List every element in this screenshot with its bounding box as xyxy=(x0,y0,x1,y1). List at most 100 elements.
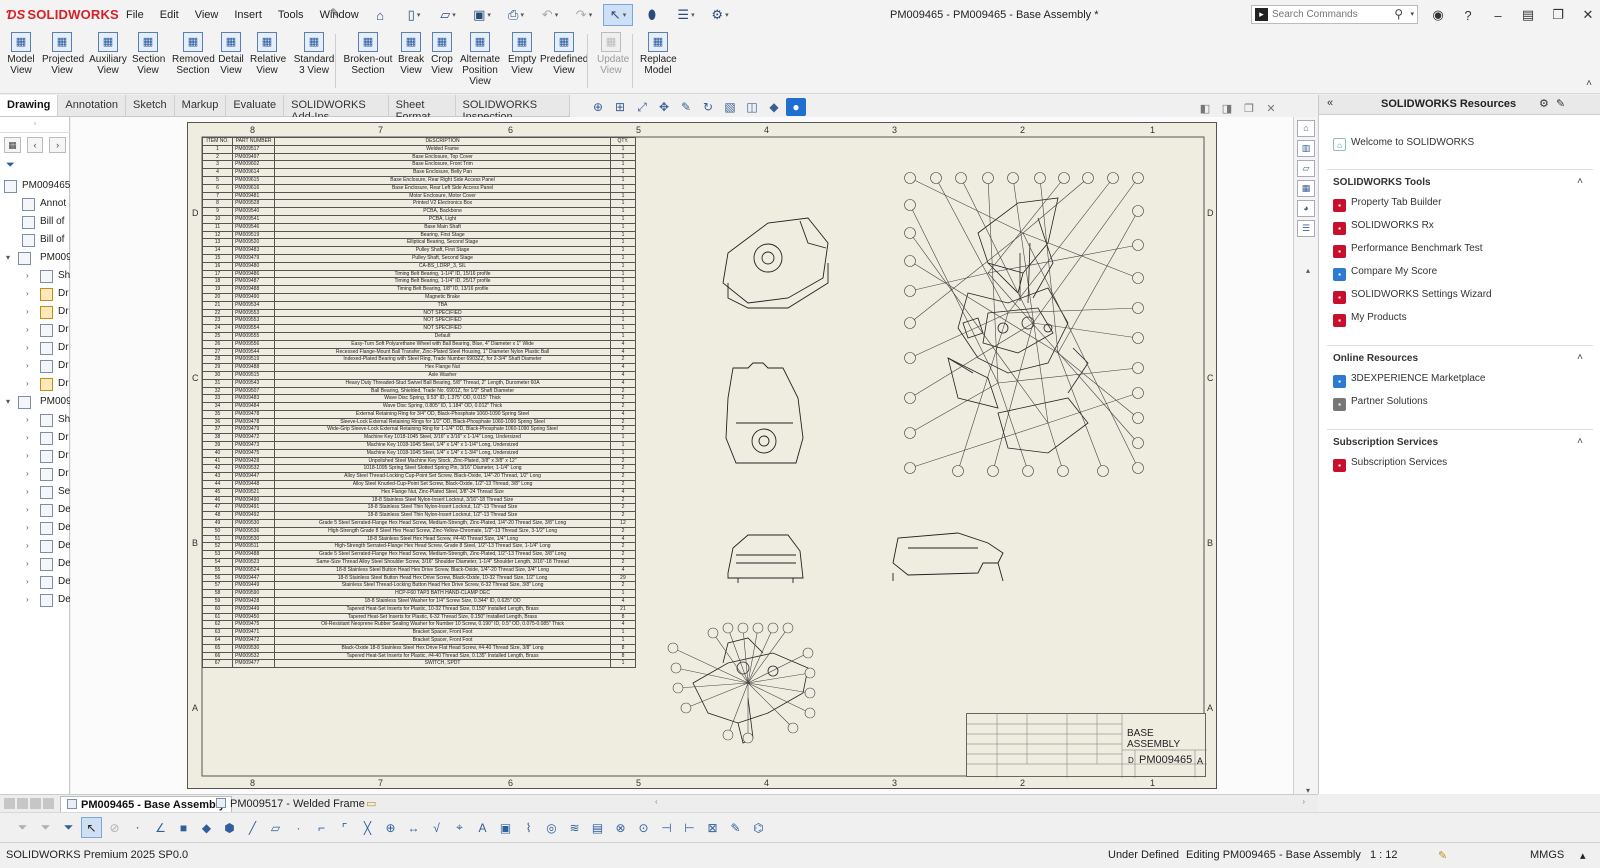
open-icon[interactable]: ▱ ▾ xyxy=(433,4,463,26)
bom-row[interactable]: 34 PM009484 Wave Disc Spring, 0.805" ID, 1… xyxy=(201,402,637,411)
filter-midpoints-icon[interactable]: ⌜ xyxy=(334,817,355,838)
panel-splitter-icon[interactable]: ◦ xyxy=(0,117,70,133)
menu-insert[interactable]: Insert xyxy=(226,9,270,21)
chevron-up-icon[interactable]: ˄ xyxy=(1577,436,1583,447)
menu-tools[interactable]: Tools xyxy=(270,9,312,21)
scroll-right-icon[interactable]: › xyxy=(1302,797,1305,806)
chevron-right-icon[interactable]: › xyxy=(26,429,29,447)
tree-node[interactable]: Bill of xyxy=(0,213,70,231)
filter-vertices-icon[interactable]: ⋅ xyxy=(127,817,148,838)
tree-node[interactable]: › De xyxy=(0,537,70,555)
broken-out-section-button[interactable]: ▦ Broken-out Section xyxy=(342,32,394,76)
auxiliary-view-button[interactable]: ▦ Auxiliary View xyxy=(88,32,128,76)
bom-row[interactable]: 40 PM009475 Machine Key 1018-1045 Steel, 1… xyxy=(201,448,637,458)
filter-connection-points-icon[interactable]: ⊙ xyxy=(633,817,654,838)
previous-sheet-icon[interactable] xyxy=(17,798,28,809)
design-library-icon[interactable]: ▥ xyxy=(1297,140,1315,157)
chevron-right-icon[interactable]: › xyxy=(26,483,29,501)
filter-welds-icon[interactable]: ⊠ xyxy=(702,817,723,838)
filter-inspection-icon[interactable]: ⌬ xyxy=(748,817,769,838)
sketch-pencil-icon[interactable]: ✎ xyxy=(676,98,696,116)
tree-node[interactable]: › Sh xyxy=(0,267,70,285)
bom-row[interactable]: 47 PM009491 18-8 Stainless Steel Thin Nylo… xyxy=(201,503,637,513)
bom-row[interactable]: 67 PM009477 SWITCH, SPDT 1 xyxy=(201,659,637,669)
chevron-right-icon[interactable]: › xyxy=(26,411,29,429)
toggle-filter-icon[interactable]: ⏷ xyxy=(12,817,33,838)
chevron-right-icon[interactable]: › xyxy=(26,555,29,573)
pin-menu-icon[interactable]: ✎ xyxy=(330,6,340,20)
previous-window-icon[interactable]: ◧ xyxy=(1196,100,1214,116)
bom-row[interactable]: 8 PM009528 Printed V2 Electronics Box 1 xyxy=(201,199,637,209)
doc-close-icon[interactable]: ✕ xyxy=(1262,100,1280,116)
tree-node[interactable]: › De xyxy=(0,519,70,537)
tree-node[interactable]: › Dr xyxy=(0,303,70,321)
minimize-icon[interactable]: – xyxy=(1487,6,1509,24)
menu-edit[interactable]: Edit xyxy=(152,9,187,21)
bom-row[interactable]: 20 PM009490 Magnetic Brake 1 xyxy=(201,292,637,302)
bom-row[interactable]: 58 PM009590 HCP-F60 TAP3 BATH HAND-CLAMP D… xyxy=(201,589,637,599)
clear-filters-icon[interactable]: ⊘ xyxy=(104,817,125,838)
next-sheet-icon[interactable] xyxy=(30,798,41,809)
filter-datum-targets-icon[interactable]: ◎ xyxy=(541,817,562,838)
filter-faces-icon[interactable]: ■ xyxy=(173,817,194,838)
bom-row[interactable]: 48 PM009492 18-8 Stainless Steel Thin Nylo… xyxy=(201,511,637,521)
chevron-down-icon[interactable]: ▾ xyxy=(6,249,10,267)
bom-row[interactable]: 35 PM009478 External Retaining Ring for 3/… xyxy=(201,409,637,419)
pane-options-gear-icon[interactable]: ⚙ xyxy=(1539,97,1549,110)
solidworks-logo[interactable]: ƊS SOLIDWORKS xyxy=(6,7,119,22)
bom-row[interactable]: 17 PM009486 Timing Belt Bearing, 1-1/4" ID… xyxy=(201,269,637,279)
chevron-up-icon[interactable]: ˄ xyxy=(1577,176,1583,187)
bom-row[interactable]: 30 PM009515 Axle Washer 4 xyxy=(201,370,637,380)
doc-tab-welded-frame[interactable]: PM009517 - Welded Frame xyxy=(210,796,371,812)
chevron-right-icon[interactable]: › xyxy=(26,573,29,591)
bom-row[interactable]: 10 PM009541 PCBA, Light 1 xyxy=(201,214,637,224)
bom-row[interactable]: 27 PM009544 Recessed Flange-Mount Ball Tra… xyxy=(201,347,637,357)
filter-planes-icon[interactable]: ▱ xyxy=(265,817,286,838)
title-block[interactable]: BASE ASSEMBLY D PM009465 A xyxy=(966,713,1207,778)
print-icon[interactable]: ⎙ ▾ xyxy=(501,4,531,26)
bom-row[interactable]: 42 PM009532 1018-1095 Spring Steel Slotted… xyxy=(201,464,637,474)
welcome-link[interactable]: ⌂ Welcome to SOLIDWORKS xyxy=(1333,137,1474,155)
break-view-button[interactable]: ▦ Break View xyxy=(398,32,424,76)
undo-icon[interactable]: ↶ ▾ xyxy=(535,4,565,26)
bom-row[interactable]: 16 PM009480 CA-BS_LDRP_3, SIL 1 xyxy=(201,261,637,271)
zoom-to-area-icon[interactable]: ⊞ xyxy=(610,98,630,116)
graphics-vertical-scrollbar[interactable]: ▴ ▾ xyxy=(1306,266,1316,796)
link-solidworks-rx[interactable]: ▪ SOLIDWORKS Rx xyxy=(1333,220,1434,238)
crop-view-button[interactable]: ▦ Crop View xyxy=(430,32,454,76)
view-settings-icon[interactable]: ◆ xyxy=(764,98,784,116)
scroll-up-icon[interactable]: ▴ xyxy=(1306,266,1310,275)
bom-row[interactable]: 37 PM009479 Wide-Grip Sleeve-Lock External… xyxy=(201,425,637,435)
chevron-right-icon[interactable]: › xyxy=(26,465,29,483)
chevron-right-icon[interactable]: › xyxy=(26,357,29,375)
filter-cosmetic-threads-icon[interactable]: ≋ xyxy=(564,817,585,838)
chevron-down-icon[interactable]: ▾ xyxy=(6,393,10,411)
bom-row[interactable]: 56 PM009447 18-8 Stainless Steel Button He… xyxy=(201,573,637,583)
select-cursor-icon[interactable]: ↖ xyxy=(81,817,102,838)
chevron-right-icon[interactable]: › xyxy=(26,591,29,609)
tree-node[interactable]: › Dr xyxy=(0,375,70,393)
tree-node[interactable]: ▾ PM009 xyxy=(0,393,70,411)
tree-node[interactable]: Bill of xyxy=(0,231,70,249)
graphics-horizontal-scrollbar[interactable]: ‹ › xyxy=(655,797,1305,809)
filter-axes-icon[interactable]: ╱ xyxy=(242,817,263,838)
chevron-right-icon[interactable]: › xyxy=(26,303,29,321)
projected-view-button[interactable]: ▦ Projected View xyxy=(42,32,84,76)
link-performance-benchmark-test[interactable]: ▪ Performance Benchmark Test xyxy=(1333,243,1483,261)
tab-drawing[interactable]: Drawing xyxy=(0,95,59,116)
filter-sketch-points-icon[interactable]: · xyxy=(288,817,309,838)
chevron-right-icon[interactable]: › xyxy=(26,537,29,555)
tree-node[interactable]: › De xyxy=(0,501,70,519)
bom-row[interactable]: 44 PM009448 Alloy Steel Knurled-Cup-Point … xyxy=(201,480,637,489)
appearances-icon[interactable]: ◕ xyxy=(1297,200,1315,217)
bom-row[interactable]: 14 PM009483 Pulley Shaft, First Stage 1 xyxy=(201,246,637,255)
bom-row[interactable]: 46 PM009490 18-8 Stainless Steel Nylon-Ins… xyxy=(201,495,637,505)
add-sheet-icon[interactable]: ▭ xyxy=(360,796,382,812)
section-header-subscription-services[interactable]: Subscription Services ˄ xyxy=(1333,436,1583,448)
chevron-right-icon[interactable]: › xyxy=(26,519,29,537)
tree-node[interactable]: › Dr xyxy=(0,339,70,357)
user-account-icon[interactable]: ◉ xyxy=(1427,6,1449,24)
tab-solidworks-inspection[interactable]: SOLIDWORKS Inspection xyxy=(456,95,570,123)
chevron-right-icon[interactable]: › xyxy=(26,321,29,339)
search-commands-input[interactable] xyxy=(1272,7,1387,22)
